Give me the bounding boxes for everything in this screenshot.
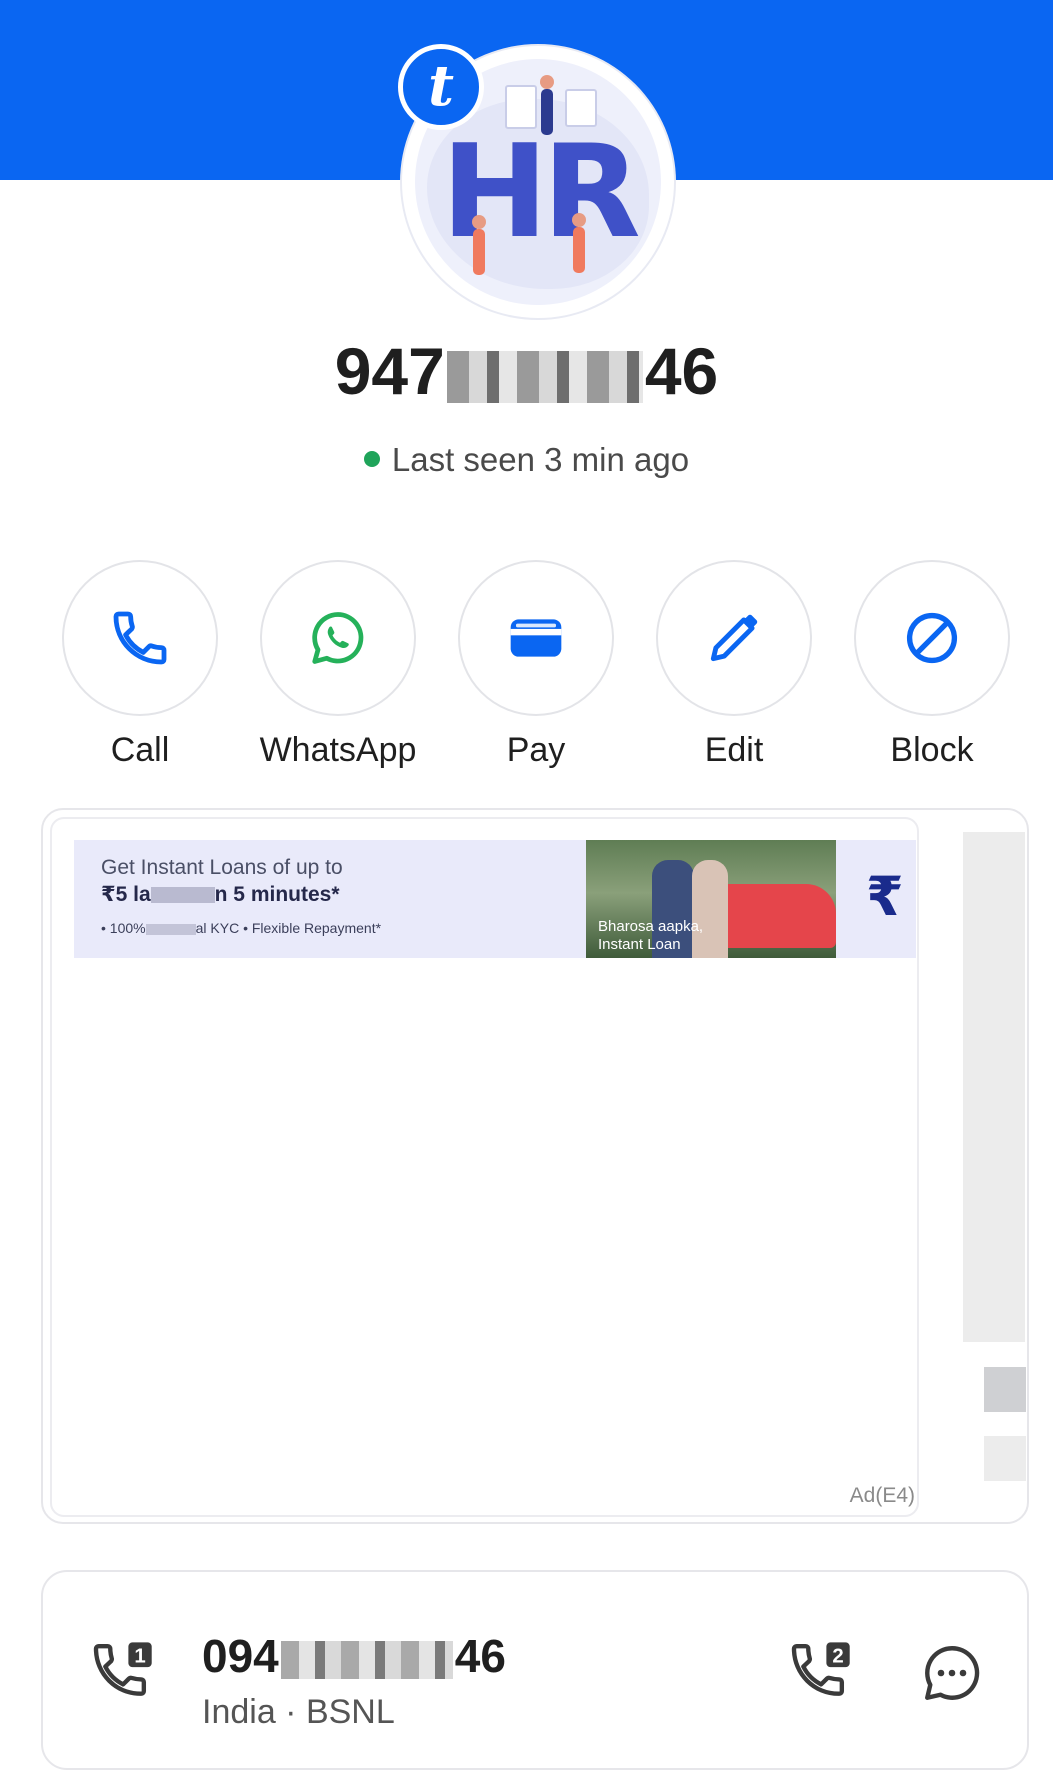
status-text: Last seen 3 min ago	[391, 441, 690, 478]
whatsapp-button-circle[interactable]	[260, 560, 416, 716]
ad-placeholder-block	[963, 832, 1025, 1342]
ad-subheadline-start: ₹5 la	[101, 883, 151, 906]
ad-card: Get Instant Loans of up to ₹5 la n 5 minu…	[41, 808, 1029, 1524]
phone-number-prefix: 094	[202, 1630, 279, 1682]
ad-headline: Get Instant Loans of up to	[101, 856, 343, 879]
last-seen-status: Last seen 3 min ago	[0, 438, 1053, 482]
wallet-icon	[510, 619, 562, 657]
phone-number[interactable]: 094 46	[202, 1628, 506, 1684]
block-label: Block	[890, 731, 974, 769]
pay-button-circle[interactable]	[458, 560, 614, 716]
ad-subheadline-end: n 5 minutes*	[214, 883, 340, 906]
svg-text:2: 2	[832, 1646, 843, 1668]
pay-button[interactable]: Pay	[457, 560, 615, 772]
ad-features: • 100% al KYC • Flexible Repayment*	[101, 920, 381, 936]
redaction-mask	[280, 1640, 453, 1679]
ad-photo: Bharosa aapka, Instant Loan	[586, 840, 836, 958]
ad-caption-line-2: Instant Loan	[598, 936, 681, 953]
ad-features-start: • 100%	[101, 920, 146, 936]
block-button-circle[interactable]	[854, 560, 1010, 716]
redaction-mask	[150, 887, 215, 904]
edit-button-circle[interactable]	[656, 560, 812, 716]
call-label: Call	[110, 731, 170, 769]
pay-label: Pay	[506, 731, 566, 769]
ad-placeholder-square	[984, 1436, 1026, 1481]
person-illustration	[472, 215, 486, 275]
pencil-icon	[710, 614, 758, 662]
app-badge-icon: t	[398, 44, 484, 130]
sim2-call-icon[interactable]: 2	[787, 1638, 857, 1713]
block-button[interactable]: Block	[853, 560, 1011, 772]
whatsapp-label: WhatsApp	[259, 731, 417, 769]
avatar-initials: HR	[441, 118, 641, 267]
redaction-mask	[446, 350, 643, 403]
action-row: Call WhatsApp Pay Edit Block	[0, 560, 1053, 770]
block-icon	[906, 612, 958, 664]
edit-button[interactable]: Edit	[655, 560, 813, 772]
whatsapp-icon	[312, 612, 364, 664]
ad-tag: Ad(E4)	[849, 1484, 915, 1507]
number-suffix: 46	[644, 334, 719, 408]
phone-sim1-icon: 1	[93, 1642, 152, 1696]
phone-icon	[113, 611, 167, 665]
contact-number-title[interactable]: 947 46	[0, 332, 1053, 410]
ad-subheadline: ₹5 la n 5 minutes*	[101, 882, 340, 907]
ad-placeholder-square	[984, 1367, 1026, 1412]
number-prefix: 947	[334, 334, 445, 408]
phone-sim2-icon: 2	[791, 1642, 850, 1696]
svg-text:1: 1	[134, 1646, 145, 1668]
sim1-call-icon[interactable]: 1	[89, 1638, 159, 1713]
phone-number-suffix: 46	[454, 1630, 506, 1682]
edit-label: Edit	[704, 731, 764, 769]
phone-number-card[interactable]: 1 094 46 India · BSNL 2	[41, 1570, 1029, 1770]
online-dot-icon	[363, 451, 380, 468]
chat-bubble-icon	[925, 1646, 980, 1700]
carrier-info: India · BSNL	[202, 1693, 395, 1731]
ad-features-end: al KYC • Flexible Repayment*	[195, 920, 382, 936]
call-button-circle[interactable]	[62, 560, 218, 716]
whatsapp-button[interactable]: WhatsApp	[259, 560, 417, 772]
ad-photo-caption: Bharosa aapka, Instant Loan	[598, 918, 703, 954]
ad-caption-line-1: Bharosa aapka,	[598, 918, 704, 935]
person-illustration	[572, 213, 586, 273]
advertiser-logo-icon: ₹	[866, 865, 904, 928]
redaction-mask	[145, 923, 196, 935]
message-icon[interactable]	[919, 1640, 985, 1711]
ad-banner[interactable]: Get Instant Loans of up to ₹5 la n 5 minu…	[74, 840, 916, 958]
call-button[interactable]: Call	[61, 560, 219, 772]
